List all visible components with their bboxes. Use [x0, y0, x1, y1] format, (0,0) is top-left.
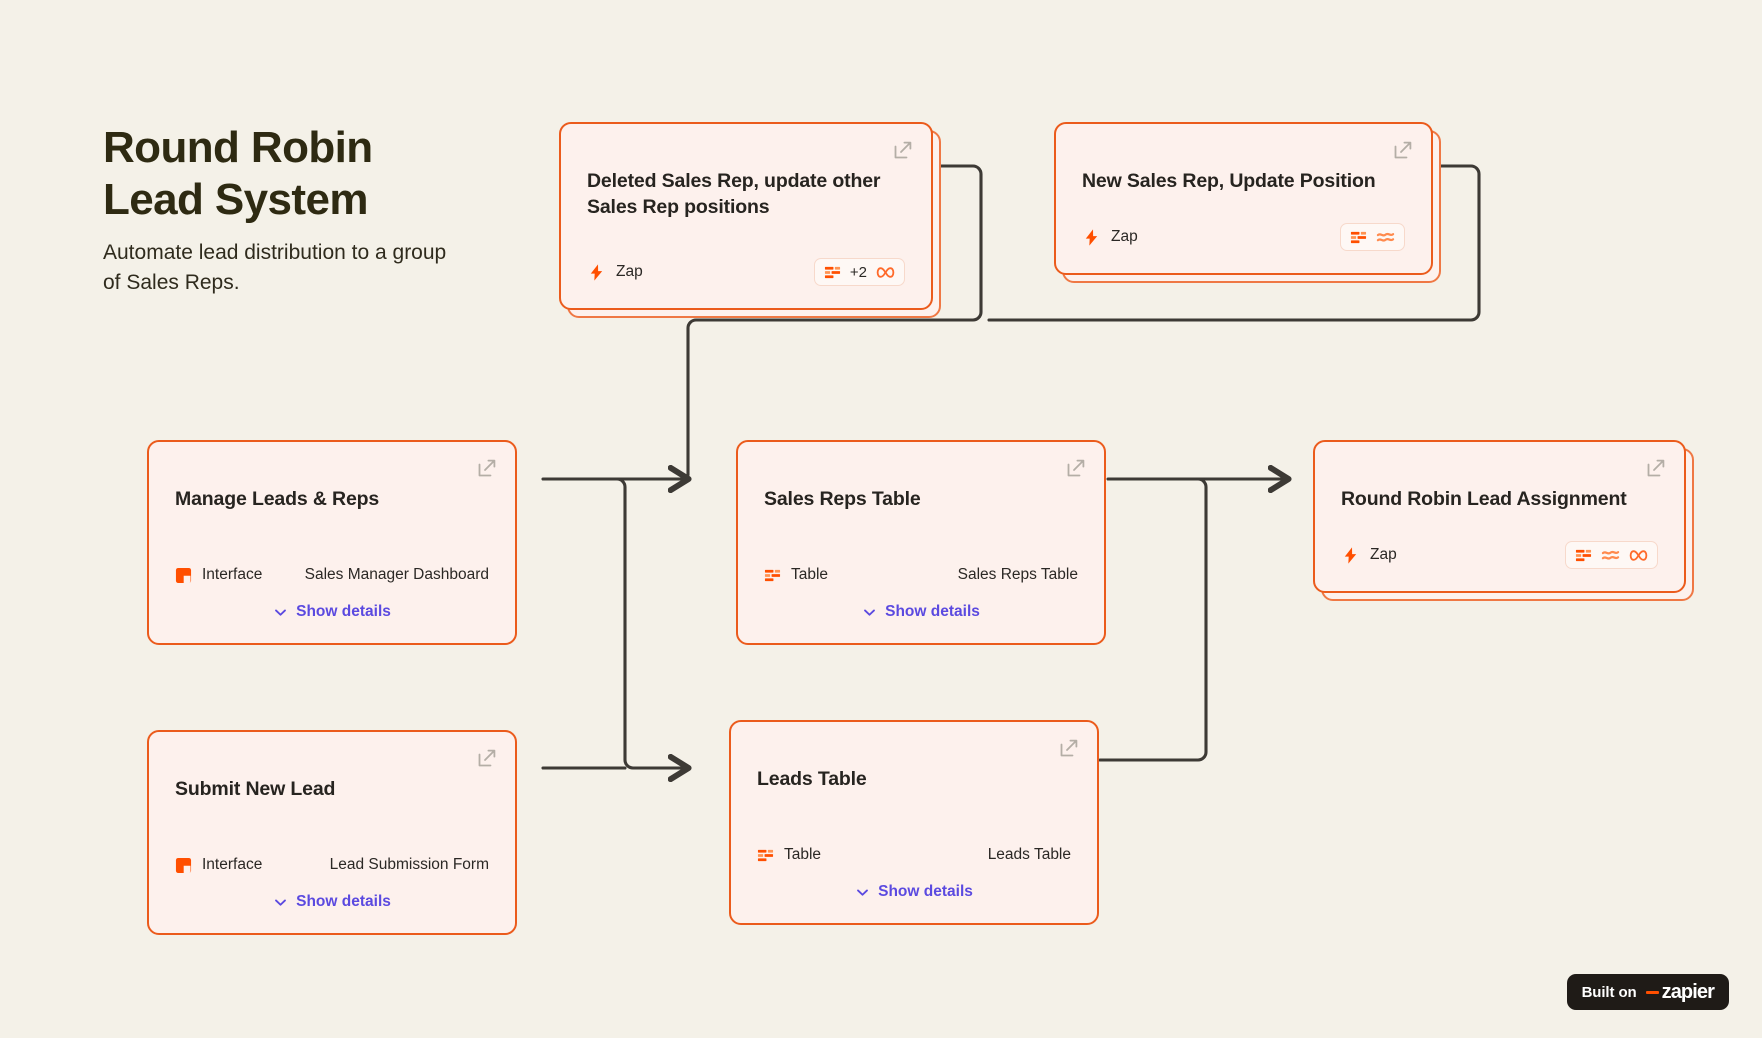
card-body[interactable]: Submit New Lead Interface Lead Submissio…	[147, 730, 517, 935]
card-badge[interactable]	[1565, 541, 1658, 569]
card-submit-new-lead[interactable]: Submit New Lead Interface Lead Submissio…	[147, 730, 517, 935]
filter-icon	[1376, 230, 1395, 244]
card-badge[interactable]: +2	[813, 258, 905, 286]
card-badge[interactable]	[1340, 223, 1405, 251]
interface-icon	[175, 567, 192, 584]
zap-bolt-icon	[1341, 546, 1360, 565]
external-link-icon[interactable]	[1393, 140, 1413, 160]
card-round-robin-lead-assignment[interactable]: Round Robin Lead Assignment Zap	[1313, 440, 1694, 601]
external-link-icon[interactable]	[477, 458, 497, 478]
external-link-icon[interactable]	[893, 140, 913, 160]
table-icon	[757, 847, 774, 864]
external-link-icon[interactable]	[477, 748, 497, 768]
loop-icon	[876, 265, 895, 280]
show-details-button[interactable]: Show details	[175, 893, 489, 911]
card-deleted-sales-rep[interactable]: Deleted Sales Rep, update other Sales Re…	[559, 122, 941, 318]
card-value-label: Lead Submission Form	[329, 856, 489, 873]
card-meta-row: Table Leads Table	[757, 841, 1071, 869]
external-link-icon[interactable]	[1646, 458, 1666, 478]
card-meta-row: Table Sales Reps Table	[764, 561, 1078, 589]
card-sales-reps-table[interactable]: Sales Reps Table Table Sales Reps Table	[736, 440, 1106, 645]
card-manage-leads-reps[interactable]: Manage Leads & Reps Interface Sales Mana…	[147, 440, 517, 645]
card-type-label: Table	[791, 566, 829, 583]
show-details-label: Show details	[296, 603, 391, 620]
card-body[interactable]: Deleted Sales Rep, update other Sales Re…	[559, 122, 933, 310]
zapier-logo: zapier	[1645, 980, 1715, 1004]
card-type-label: Zap	[616, 263, 643, 280]
card-value-label: Leads Table	[987, 846, 1071, 863]
card-type-label: Interface	[202, 566, 263, 583]
built-on-label: Built on	[1581, 983, 1637, 1001]
show-details-label: Show details	[878, 883, 973, 900]
card-title: New Sales Rep, Update Position	[1082, 170, 1376, 192]
table-icon	[764, 567, 781, 584]
chevron-down-icon	[273, 895, 288, 910]
card-type-label: Interface	[202, 856, 263, 873]
card-type-label: Zap	[1111, 228, 1138, 245]
card-title: Submit New Lead	[175, 778, 336, 800]
card-leads-table[interactable]: Leads Table Table Leads Table Show detai…	[729, 720, 1099, 925]
card-value-label: Sales Reps Table	[957, 566, 1078, 583]
table-icon	[1350, 229, 1367, 246]
table-icon	[824, 264, 841, 281]
card-title: Deleted Sales Rep, update other Sales Re…	[587, 170, 881, 218]
card-badge-count: +2	[849, 263, 867, 281]
table-icon	[1575, 547, 1592, 564]
card-meta-row: Zap	[1082, 223, 1405, 251]
zap-bolt-icon	[587, 263, 606, 282]
card-meta-row: Zap +2	[587, 258, 905, 286]
card-body[interactable]: Sales Reps Table Table Sales Reps Table	[736, 440, 1106, 645]
chevron-down-icon	[273, 605, 288, 620]
show-details-label: Show details	[885, 603, 980, 620]
card-title: Sales Reps Table	[764, 488, 921, 510]
show-details-button[interactable]: Show details	[757, 883, 1071, 901]
external-link-icon[interactable]	[1059, 738, 1079, 758]
card-meta-row: Interface Sales Manager Dashboard	[175, 561, 489, 589]
card-type-label: Table	[784, 846, 822, 863]
card-meta-row: Interface Lead Submission Form	[175, 851, 489, 879]
card-type-label: Zap	[1370, 546, 1397, 563]
zap-bolt-icon	[1082, 228, 1101, 247]
card-title: Leads Table	[757, 768, 867, 790]
card-body[interactable]: Manage Leads & Reps Interface Sales Mana…	[147, 440, 517, 645]
show-details-label: Show details	[296, 893, 391, 910]
show-details-button[interactable]: Show details	[175, 603, 489, 621]
diagram-canvas: Round Robin Lead System Automate lead di…	[0, 0, 1762, 1038]
loop-icon	[1629, 548, 1648, 563]
card-title: Round Robin Lead Assignment	[1341, 488, 1627, 510]
chevron-down-icon	[862, 605, 877, 620]
card-body[interactable]: New Sales Rep, Update Position Zap	[1054, 122, 1433, 275]
external-link-icon[interactable]	[1066, 458, 1086, 478]
filter-icon	[1601, 548, 1620, 562]
card-meta-row: Zap	[1341, 541, 1658, 569]
card-body[interactable]: Leads Table Table Leads Table Show detai…	[729, 720, 1099, 925]
show-details-button[interactable]: Show details	[764, 603, 1078, 621]
interface-icon	[175, 857, 192, 874]
zapier-wordmark-label: zapier	[1661, 980, 1715, 1003]
card-body[interactable]: Round Robin Lead Assignment Zap	[1313, 440, 1686, 593]
card-value-label: Sales Manager Dashboard	[304, 566, 489, 583]
card-title: Manage Leads & Reps	[175, 488, 380, 510]
card-new-sales-rep[interactable]: New Sales Rep, Update Position Zap	[1054, 122, 1441, 283]
built-on-zapier-badge[interactable]: Built on zapier	[1566, 974, 1729, 1010]
chevron-down-icon	[855, 885, 870, 900]
zapier-dash-icon	[1645, 990, 1659, 994]
